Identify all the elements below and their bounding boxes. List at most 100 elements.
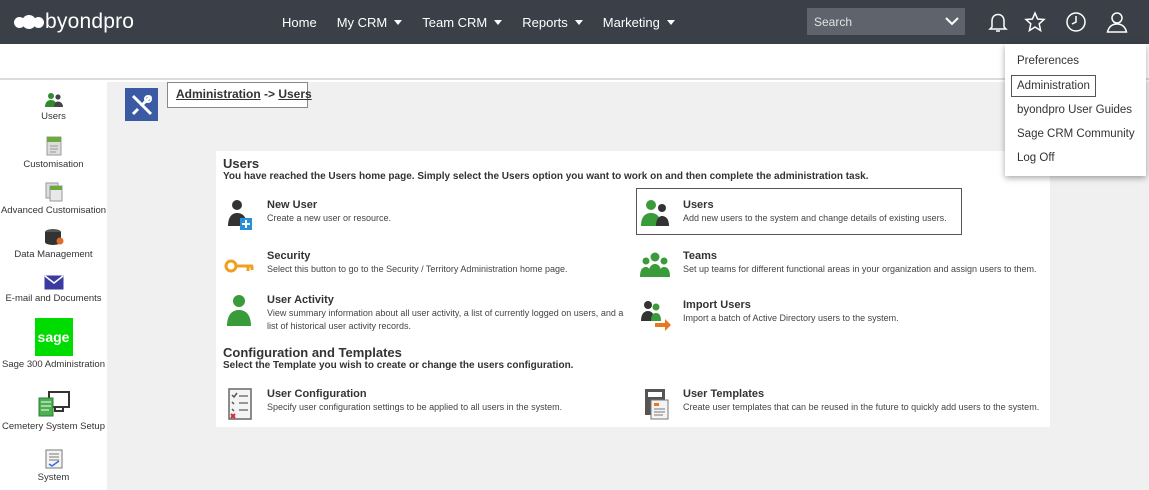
user-activity-icon [227, 295, 251, 326]
sidebar-item-label: Data Management [14, 249, 93, 260]
users-icon [44, 93, 63, 107]
user-configuration-title: User Configuration [267, 388, 367, 400]
user-templates-title: User Templates [683, 388, 765, 400]
caret-down-icon [666, 19, 675, 25]
menu-item-preferences[interactable]: Preferences [1017, 55, 1079, 67]
sidebar-item-users[interactable]: Users [0, 92, 107, 122]
computer-icon [38, 391, 70, 417]
users-option[interactable]: Users Add new users to the system and ch… [639, 199, 959, 231]
breadcrumb: Administration -> Users [167, 82, 312, 108]
caret-down-icon [574, 19, 583, 25]
config-section-description: Select the Template you wish to create o… [223, 360, 574, 371]
caret-down-icon [394, 19, 403, 25]
menu-item-sage-crm-community[interactable]: Sage CRM Community [1017, 128, 1135, 140]
security-description: Select this button to go to the Security… [267, 264, 568, 274]
admin-tools-icon [125, 88, 158, 121]
teams-description: Set up teams for different functional ar… [683, 264, 1037, 274]
key-icon [224, 259, 254, 273]
bell-icon[interactable] [986, 10, 1010, 34]
users-title: Users [683, 199, 714, 211]
user-activity-option[interactable]: User Activity View summary information a… [223, 294, 633, 334]
menu-item-log-off[interactable]: Log Off [1017, 152, 1055, 164]
sidebar-item-label: E-mail and Documents [5, 293, 102, 304]
import-users-title: Import Users [683, 299, 751, 311]
users-section-title: Users [223, 156, 260, 171]
main-nav: Home My CRM Team CRM Reports Marketing [282, 0, 695, 44]
brand-logo[interactable]: byondpro [14, 9, 134, 35]
user-configuration-description: Specify user configuration settings to b… [267, 402, 563, 412]
breadcrumb-users-link[interactable]: Users [278, 87, 311, 101]
teams-option[interactable]: Teams Set up teams for different functio… [639, 250, 1049, 282]
clock-icon[interactable] [1064, 10, 1088, 34]
users-section-description: You have reached the Users home page. Si… [223, 171, 869, 182]
sidebar-item-label: System [37, 472, 70, 483]
nav-home-label: Home [282, 14, 317, 30]
star-icon[interactable] [1023, 10, 1047, 34]
security-title: Security [267, 250, 311, 262]
nav-home[interactable]: Home [282, 15, 317, 30]
documents-icon [45, 182, 62, 202]
teams-icon [640, 252, 670, 277]
new-user-option[interactable]: New User Create a new user or resource. [223, 199, 623, 231]
sidebar-item-data-management[interactable]: Data Management [0, 228, 107, 260]
import-users-option[interactable]: Import Users Import a batch of Active Di… [639, 299, 959, 331]
teams-title: Teams [683, 250, 718, 262]
nav-my-crm[interactable]: My CRM [337, 15, 403, 30]
checklist-icon [228, 388, 252, 420]
breadcrumb-separator: -> [260, 87, 279, 101]
user-activity-title: User Activity [267, 294, 334, 306]
import-users-icon [641, 301, 671, 331]
breadcrumb-administration-link[interactable]: Administration [176, 87, 261, 101]
sidebar-item-label: Advanced Customisation [0, 205, 107, 216]
caret-down-icon [494, 19, 503, 25]
sage-logo: sage [34, 318, 73, 356]
sidebar-item-label: Users [41, 111, 66, 122]
new-user-description: Create a new user or resource. [267, 213, 392, 223]
admin-sidebar: Users Customisation Advanced Customisati… [0, 82, 107, 490]
user-menu-dropdown: Preferences Administration byondpro User… [1005, 44, 1146, 176]
menu-item-user-guides[interactable]: byondpro User Guides [1017, 104, 1132, 116]
new-user-icon [228, 200, 252, 230]
search-input[interactable]: Search [807, 8, 965, 35]
nav-reports-label: Reports [522, 14, 568, 30]
user-templates-option[interactable]: User Templates Create user templates tha… [639, 388, 1049, 420]
sidebar-item-sage-300-administration[interactable]: sage Sage 300 Administration [0, 318, 107, 370]
sidebar-item-customisation[interactable]: Customisation [0, 136, 107, 170]
user-configuration-option[interactable]: User Configuration Specify user configur… [223, 388, 623, 420]
nav-team-crm-label: Team CRM [422, 14, 488, 30]
nav-reports[interactable]: Reports [522, 15, 583, 30]
sidebar-item-system[interactable]: System [0, 449, 107, 483]
system-icon [45, 449, 62, 469]
import-users-description: Import a batch of Active Directory users… [683, 313, 899, 323]
nav-team-crm[interactable]: Team CRM [422, 14, 503, 30]
config-section-title: Configuration and Templates [223, 345, 402, 360]
sidebar-item-label: Sage 300 Administration [2, 359, 105, 370]
logo-mark [14, 15, 44, 29]
nav-marketing-label: Marketing [602, 14, 660, 30]
sub-header [0, 44, 1149, 80]
nav-marketing[interactable]: Marketing [603, 15, 675, 30]
sidebar-item-advanced-customisation[interactable]: Advanced Customisation [0, 182, 107, 216]
user-activity-description: View summary information about all user … [267, 308, 624, 331]
sage-logo-text: sage [37, 329, 70, 345]
template-icon [645, 389, 669, 420]
document-icon [46, 136, 61, 156]
new-user-title: New User [267, 199, 318, 211]
sidebar-item-label: Customisation [23, 159, 84, 170]
database-icon [44, 229, 63, 245]
search-placeholder: Search [814, 14, 853, 29]
users-icon [641, 200, 669, 226]
brand-name: byondpro [45, 10, 135, 33]
menu-item-administration[interactable]: Administration [1011, 75, 1096, 97]
users-description: Add new users to the system and change d… [683, 213, 947, 223]
sidebar-item-label: Cemetery System Setup [2, 421, 105, 432]
user-templates-description: Create user templates that can be reused… [683, 402, 1040, 412]
sidebar-item-email-and-documents[interactable]: E-mail and Documents [0, 275, 107, 304]
chevron-down-icon[interactable] [939, 8, 965, 35]
nav-my-crm-label: My CRM [336, 14, 388, 30]
user-icon[interactable] [1105, 10, 1129, 34]
envelope-icon [44, 275, 63, 290]
sidebar-item-cemetery-system-setup[interactable]: Cemetery System Setup [0, 390, 107, 432]
security-option[interactable]: Security Select this button to go to the… [223, 250, 623, 282]
top-navigation-bar: byondpro Home My CRM Team CRM Reports Ma… [0, 0, 1149, 44]
